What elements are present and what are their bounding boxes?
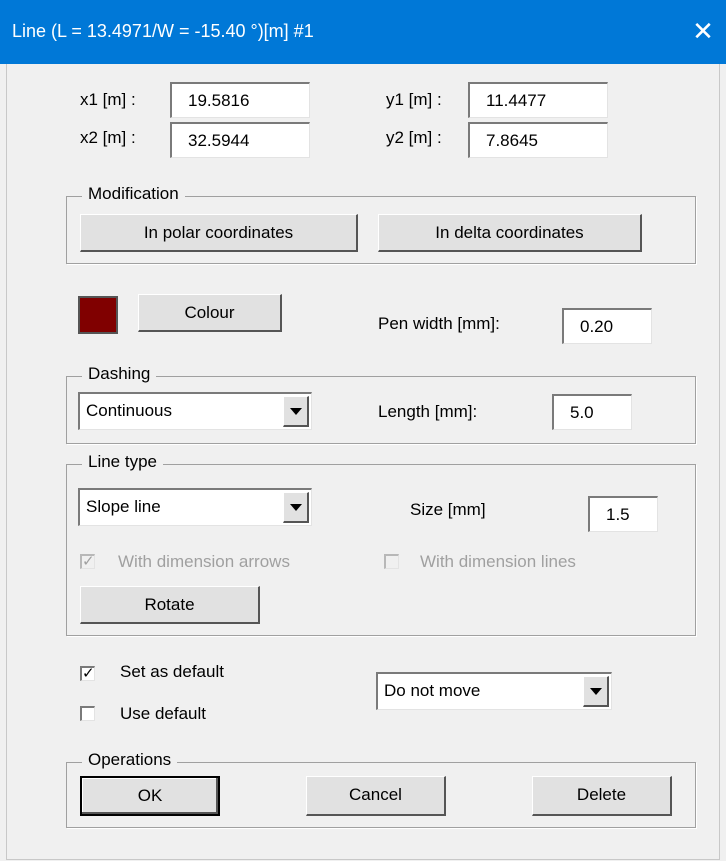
colour-swatch: [78, 296, 118, 334]
dashing-selected: Continuous: [86, 401, 173, 420]
size-label: Size [mm]: [410, 500, 486, 519]
use-default-checkbox[interactable]: [80, 706, 95, 721]
modification-title: Modification: [82, 184, 185, 204]
move-selected: Do not move: [384, 681, 481, 700]
y1-field[interactable]: 11.4477: [468, 82, 608, 118]
line-type-title: Line type: [82, 452, 163, 472]
delete-button[interactable]: Delete: [532, 776, 672, 816]
set-default-checkbox[interactable]: ✓: [80, 666, 95, 681]
rotate-button[interactable]: Rotate: [80, 586, 260, 624]
length-field[interactable]: 5.0: [552, 394, 632, 430]
chevron-down-icon[interactable]: [283, 396, 309, 427]
y2-label: y2 [m] :: [386, 128, 442, 147]
title-bar: Line (L = 13.4971/W = -15.40 °)[m] #1 ✕: [0, 0, 726, 64]
dimension-lines-label: With dimension lines: [420, 552, 576, 571]
dashing-select[interactable]: Continuous: [78, 392, 312, 430]
operations-title: Operations: [82, 750, 178, 770]
x2-label: x2 [m] :: [80, 128, 136, 147]
chevron-down-icon[interactable]: [583, 676, 609, 707]
dimension-arrows-checkbox[interactable]: ✓: [80, 554, 95, 569]
dimension-lines-checkbox[interactable]: [384, 554, 399, 569]
y1-label: y1 [m] :: [386, 90, 442, 109]
set-default-label: Set as default: [120, 662, 224, 681]
colour-button[interactable]: Colour: [138, 294, 282, 332]
cancel-button[interactable]: Cancel: [306, 776, 446, 816]
pen-width-field[interactable]: 0.20: [562, 308, 652, 344]
ok-button[interactable]: OK: [80, 776, 220, 816]
size-field[interactable]: 1.5: [588, 496, 658, 532]
pen-width-label: Pen width [mm]:: [378, 314, 500, 333]
delta-coordinates-button[interactable]: In delta coordinates: [378, 214, 642, 252]
polar-coordinates-button[interactable]: In polar coordinates: [80, 214, 358, 252]
close-icon[interactable]: ✕: [688, 14, 718, 48]
y2-field[interactable]: 7.8645: [468, 122, 608, 158]
dashing-title: Dashing: [82, 364, 157, 384]
window-title: Line (L = 13.4971/W = -15.40 °)[m] #1: [12, 21, 314, 41]
x2-field[interactable]: 32.5944: [170, 122, 310, 158]
length-label: Length [mm]:: [378, 402, 478, 421]
x1-field[interactable]: 19.5816: [170, 82, 310, 118]
line-type-select[interactable]: Slope line: [78, 488, 312, 526]
use-default-label: Use default: [120, 704, 206, 723]
x1-label: x1 [m] :: [80, 90, 136, 109]
chevron-down-icon[interactable]: [283, 492, 309, 523]
line-type-selected: Slope line: [86, 497, 161, 516]
dimension-arrows-label: With dimension arrows: [118, 552, 290, 571]
move-select[interactable]: Do not move: [376, 672, 612, 710]
